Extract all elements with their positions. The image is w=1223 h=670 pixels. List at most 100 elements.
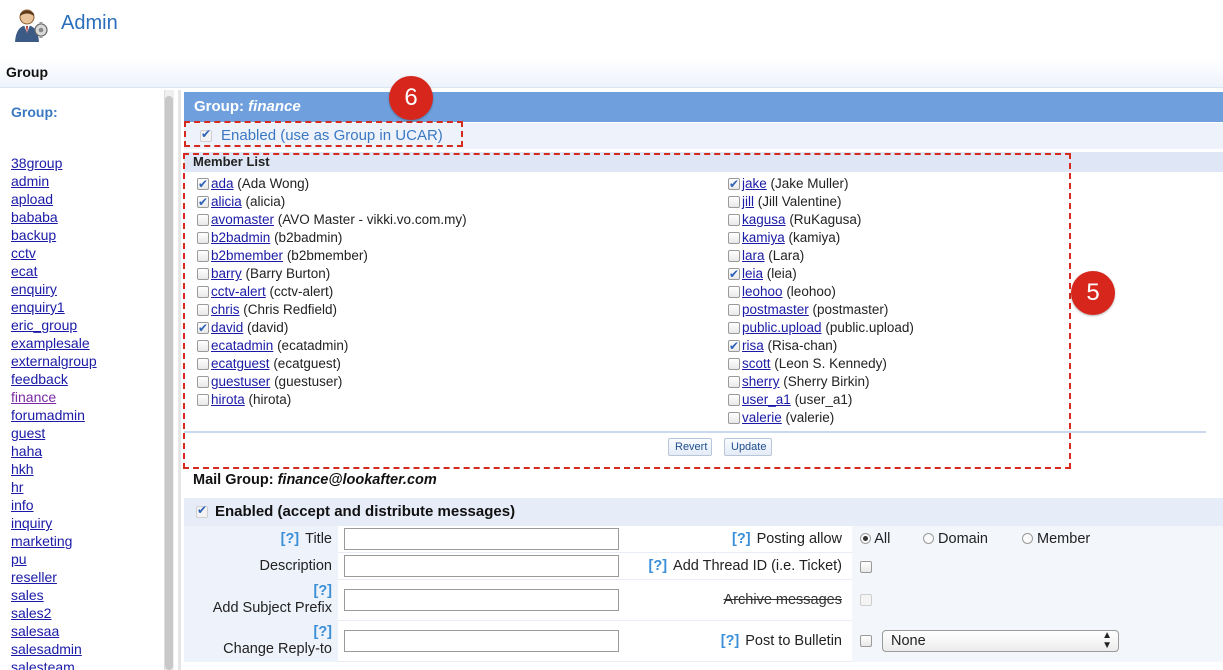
sidebar-item-finance: finance: [11, 388, 97, 406]
group-header: Group: finance: [184, 92, 1223, 122]
group-link[interactable]: eric_group: [11, 317, 77, 333]
group-link[interactable]: apload: [11, 191, 53, 207]
mail-enabled-label: Enabled (accept and distribute messages): [215, 503, 516, 520]
posting-all-radio[interactable]: [860, 533, 871, 544]
form-row-description: Description [?] Add Thread ID (i.e. Ticke…: [184, 553, 1223, 580]
form-row-reply-to: [?] Change Reply-to [?] Post to Bulletin …: [184, 621, 1223, 662]
sidebar-item-feedback: feedback: [11, 370, 97, 388]
sidebar-item-enquiry1: enquiry1: [11, 298, 97, 316]
sidebar-item-forumadmin: forumadmin: [11, 406, 97, 424]
group-link[interactable]: examplesale: [11, 335, 90, 351]
group-link[interactable]: finance: [11, 389, 56, 405]
group-link[interactable]: haha: [11, 443, 42, 459]
mail-enabled-row: Enabled (accept and distribute messages): [184, 498, 1223, 526]
mail-group-prefix: Mail Group:: [193, 472, 274, 488]
sidebar-item-sales2: sales2: [11, 604, 97, 622]
group-link[interactable]: salesaa: [11, 623, 59, 639]
sidebar-item-bababa: bababa: [11, 208, 97, 226]
group-link[interactable]: hkh: [11, 461, 34, 477]
posting-all-label: All: [874, 531, 891, 547]
posting-allow-label: Posting allow: [756, 531, 842, 547]
group-link[interactable]: salesteam: [11, 659, 75, 670]
group-link[interactable]: hr: [11, 479, 23, 495]
help-icon[interactable]: [?]: [732, 531, 751, 547]
sidebar-item-examplesale: examplesale: [11, 334, 97, 352]
sidebar-heading: Group:: [11, 104, 58, 120]
sidebar-item-apload: apload: [11, 190, 97, 208]
sidebar-item-38group: 38group: [11, 154, 97, 172]
description-input[interactable]: [344, 555, 619, 577]
sidebar-item-externalgroup: externalgroup: [11, 352, 97, 370]
title-label: Title: [305, 531, 332, 547]
group-link[interactable]: feedback: [11, 371, 68, 387]
group-link[interactable]: 38group: [11, 155, 62, 171]
group-link[interactable]: cctv: [11, 245, 36, 261]
group-link[interactable]: inquiry: [11, 515, 52, 531]
help-icon[interactable]: [?]: [649, 558, 668, 574]
posting-allow-options: All Domain Member: [852, 526, 1223, 553]
group-link[interactable]: salesadmin: [11, 641, 82, 657]
archive-checkbox[interactable]: [860, 594, 872, 606]
sidebar-scroll-thumb[interactable]: [165, 96, 173, 670]
group-link[interactable]: sales: [11, 587, 44, 603]
sidebar: Group: 38group admin apload bababa backup cct…: [0, 90, 164, 670]
group-link[interactable]: admin: [11, 173, 49, 189]
group-link[interactable]: info: [11, 497, 34, 513]
posting-member-label: Member: [1037, 531, 1091, 547]
sidebar-item-ecat: ecat: [11, 262, 97, 280]
group-link[interactable]: bababa: [11, 209, 58, 225]
group-link[interactable]: forumadmin: [11, 407, 85, 423]
select-arrows-icon: ▲ ▼: [1102, 630, 1112, 651]
top-header: Admin: [0, 0, 1223, 50]
posting-member-radio[interactable]: [1022, 533, 1033, 544]
group-header-prefix: Group:: [194, 98, 244, 115]
group-link[interactable]: enquiry: [11, 281, 57, 297]
group-link[interactable]: reseller: [11, 569, 57, 585]
title-input[interactable]: [344, 528, 619, 550]
sidebar-item-salesaa: salesaa: [11, 622, 97, 640]
posting-domain-radio[interactable]: [923, 533, 934, 544]
reply-to-input[interactable]: [344, 630, 619, 652]
annotation-badge-6: 6: [389, 76, 433, 120]
group-link[interactable]: guest: [11, 425, 45, 441]
subject-prefix-input[interactable]: [344, 589, 619, 611]
group-link[interactable]: marketing: [11, 533, 72, 549]
annotation-badge-5: 5: [1071, 271, 1115, 315]
thread-id-checkbox[interactable]: [860, 561, 872, 573]
pane-divider[interactable]: [178, 90, 181, 670]
form-row-subject-prefix: [?] Add Subject Prefix Archive messages: [184, 580, 1223, 621]
mail-enabled-checkbox[interactable]: [196, 503, 208, 518]
reply-to-label: Change Reply-to: [223, 641, 332, 657]
sidebar-item-backup: backup: [11, 226, 97, 244]
sidebar-item-salesteam: salesteam: [11, 658, 97, 670]
sidebar-item-enquiry: enquiry: [11, 280, 97, 298]
form-row-title: [?] Title [?] Posting allow All Domain Mem…: [184, 526, 1223, 553]
group-link[interactable]: enquiry1: [11, 299, 65, 315]
group-list: 38group admin apload bababa backup cctv ecat en…: [11, 154, 97, 670]
group-name: finance: [248, 98, 301, 115]
page-title: Group: [6, 64, 48, 80]
bulletin-select[interactable]: None ▲ ▼: [882, 630, 1119, 652]
help-icon[interactable]: [?]: [184, 583, 332, 600]
breadcrumb: Group: [0, 58, 1223, 88]
sidebar-item-haha: haha: [11, 442, 97, 460]
thread-id-label: Add Thread ID (i.e. Ticket): [673, 558, 842, 574]
app-title: Admin: [61, 12, 118, 34]
mail-group-address: finance@lookafter.com: [277, 472, 437, 488]
sidebar-item-pu: pu: [11, 550, 97, 568]
sidebar-item-admin: admin: [11, 172, 97, 190]
help-icon[interactable]: [?]: [281, 531, 300, 547]
group-link[interactable]: backup: [11, 227, 56, 243]
help-icon[interactable]: [?]: [721, 633, 740, 649]
sidebar-item-info: info: [11, 496, 97, 514]
sidebar-item-cctv: cctv: [11, 244, 97, 262]
group-link[interactable]: ecat: [11, 263, 37, 279]
group-link[interactable]: pu: [11, 551, 27, 567]
bulletin-label: Post to Bulletin: [745, 633, 842, 649]
sidebar-item-inquiry: inquiry: [11, 514, 97, 532]
group-link[interactable]: sales2: [11, 605, 51, 621]
group-link[interactable]: externalgroup: [11, 353, 97, 369]
help-icon[interactable]: [?]: [184, 624, 332, 641]
annotation-box-group-enabled: [184, 121, 463, 147]
bulletin-checkbox[interactable]: [860, 635, 872, 647]
